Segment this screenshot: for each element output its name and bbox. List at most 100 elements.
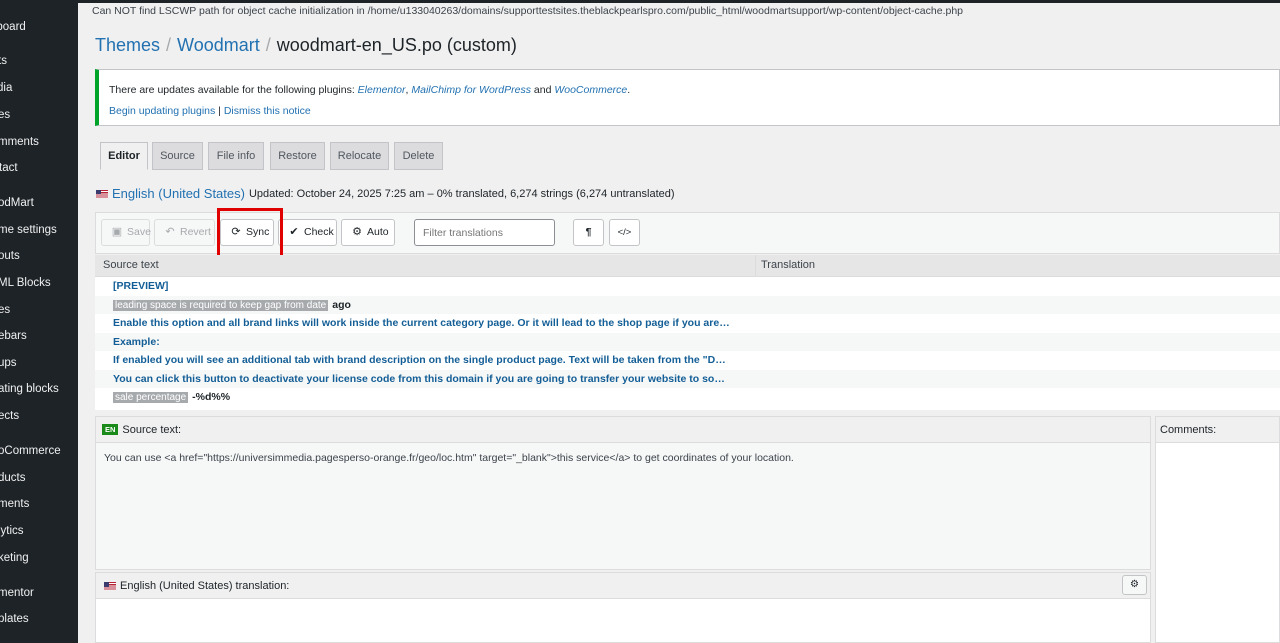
auto-button[interactable]: ⚙ Auto [341,219,395,246]
notice-pipe: | [215,105,224,117]
sidebar-item-layouts[interactable]: outs [0,249,78,263]
context-tag: leading space is required to keep gap fr… [113,299,329,311]
list-item[interactable]: leading space is required to keep gap fr… [95,295,1280,314]
string-text: -%d%% [192,391,231,403]
sidebar-item-products[interactable]: ducts [0,471,78,485]
source-string: sale percentage -%d%% [113,391,230,403]
locale-name-link[interactable]: English (United States) [112,186,245,201]
sidebar-item-slides[interactable]: es [0,303,78,317]
comments-title: Comments: [1156,417,1279,443]
source-string: If enabled you will see an additional ta… [113,354,726,366]
list-item[interactable]: Example: [95,332,1280,351]
column-divider[interactable] [755,255,756,277]
source-panel-title: Source text: [122,424,182,436]
plugin-update-notice: There are updates available for the foll… [95,69,1280,126]
notice-text: There are updates available for the foll… [109,84,358,96]
source-panel-header: EN Source text: [96,417,1150,443]
strings-list: [PREVIEW] leading space is required to k… [95,277,1280,410]
auto-label: Auto [367,226,389,238]
sidebar-item-theme-settings[interactable]: me settings [0,223,78,237]
save-icon: ▣ [111,226,123,238]
admin-sidebar: hboard ts dia es mments tact odMart me s… [0,0,78,643]
source-text-panel: EN Source text: You can use <a href="http… [95,416,1151,570]
breadcrumb-woodmart-link[interactable]: Woodmart [177,35,260,55]
source-string: [PREVIEW] [113,280,169,292]
sidebar-item-comments[interactable]: mments [0,135,78,149]
revert-button[interactable]: ↶ Revert [154,219,215,246]
invisibles-toggle-button[interactable]: ¶ [573,219,604,246]
tab-file-info[interactable]: File info [208,142,264,170]
sidebar-item-woodmart[interactable]: odMart [0,196,78,210]
robot-icon: ⚙ [352,226,362,238]
filter-translations-input[interactable] [414,219,555,246]
us-flag-icon [96,189,108,198]
sidebar-item-woocommerce[interactable]: oCommerce [0,444,78,458]
locale-heading: English (United States) Updated: October … [96,185,675,203]
sidebar-item-sidebars[interactable]: ebars [0,329,78,343]
source-text-content: You can use <a href="https://universimme… [104,452,794,464]
code-view-toggle-button[interactable]: </> [609,219,640,246]
sidebar-item-analytics[interactable]: lytics [0,524,78,538]
sidebar-item-popups[interactable]: ups [0,356,78,370]
breadcrumb: Themes / Woodmart / woodmart-en_US.po (custo… [95,35,517,56]
tab-editor[interactable]: Editor [100,142,148,170]
sidebar-item-pages[interactable]: es [0,108,78,122]
sidebar-item-elementor[interactable]: mentor [0,586,78,600]
column-translation[interactable]: Translation [761,259,815,271]
sidebar-item-dashboard[interactable]: hboard [0,20,78,34]
breadcrumb-separator: / [166,35,172,55]
save-button[interactable]: ▣ Save [101,219,151,246]
list-item[interactable]: If enabled you will see an additional ta… [95,351,1280,370]
check-label: Check [304,226,334,238]
revert-icon: ↶ [165,226,175,238]
context-tag: sale percentage [113,392,189,403]
notice-message: There are updates available for the foll… [109,84,630,96]
check-icon: ✔ [289,226,299,238]
sidebar-item-html-blocks[interactable]: ML Blocks [0,276,78,290]
check-button[interactable]: ✔ Check [278,219,337,246]
save-label: Save [127,226,151,238]
sidebar-item-marketing[interactable]: keting [0,551,78,565]
sync-highlight-box [217,208,283,261]
locale-meta: Updated: October 24, 2025 7:25 am – 0% t… [248,187,675,200]
sidebar-item-projects[interactable]: ects [0,409,78,423]
list-item[interactable]: [PREVIEW] [95,277,1280,296]
translation-panel: English (United States) translation: ⚙ [95,572,1151,643]
dismiss-notice-link[interactable]: Dismiss this notice [224,105,311,117]
sidebar-item-templates[interactable]: plates [0,612,78,626]
sidebar-item-media[interactable]: dia [0,81,78,95]
translation-panel-header: English (United States) translation: ⚙ [96,573,1150,599]
robot-icon: ⚙ [1130,579,1139,590]
plugin-link-mailchimp[interactable]: MailChimp for WordPress [411,84,531,96]
translation-panel-title: English (United States) translation: [120,580,290,592]
breadcrumb-themes-link[interactable]: Themes [95,35,160,55]
tab-delete[interactable]: Delete [394,142,443,170]
source-string: Example: [113,335,160,348]
notice-period: . [627,84,631,96]
notice-actions: Begin updating plugins | Dismiss this no… [109,105,311,117]
list-item[interactable]: You can click this button to deactivate … [95,369,1280,388]
admin-bar [78,0,1280,3]
auto-translate-button[interactable]: ⚙ [1122,575,1147,595]
tab-source[interactable]: Source [152,142,203,170]
list-item[interactable]: sale percentage -%d%% [95,388,1280,407]
notice-and: and [530,84,555,96]
tab-relocate[interactable]: Relocate [330,142,389,170]
sidebar-item-contact[interactable]: tact [0,161,78,175]
column-source-text[interactable]: Source text [103,259,159,271]
list-item[interactable]: Enable this option and all brand links w… [95,314,1280,333]
revert-label: Revert [180,226,211,238]
string-text: ago [332,298,351,311]
source-string: leading space is required to keep gap fr… [113,299,351,311]
begin-updating-link[interactable]: Begin updating plugins [109,105,215,117]
list-header: Source text Translation [95,255,1280,277]
us-flag-icon [104,582,116,591]
source-string: Enable this option and all brand links w… [113,317,730,329]
plugin-link-woocommerce[interactable]: WooCommerce [554,84,627,96]
sidebar-item-floating-blocks[interactable]: ating blocks [0,382,78,396]
plugin-link-elementor[interactable]: Elementor [358,84,406,96]
sidebar-item-payments[interactable]: ments [0,497,78,511]
sidebar-item-posts[interactable]: ts [0,54,78,68]
tab-restore[interactable]: Restore [270,142,325,170]
breadcrumb-separator: / [265,35,271,55]
